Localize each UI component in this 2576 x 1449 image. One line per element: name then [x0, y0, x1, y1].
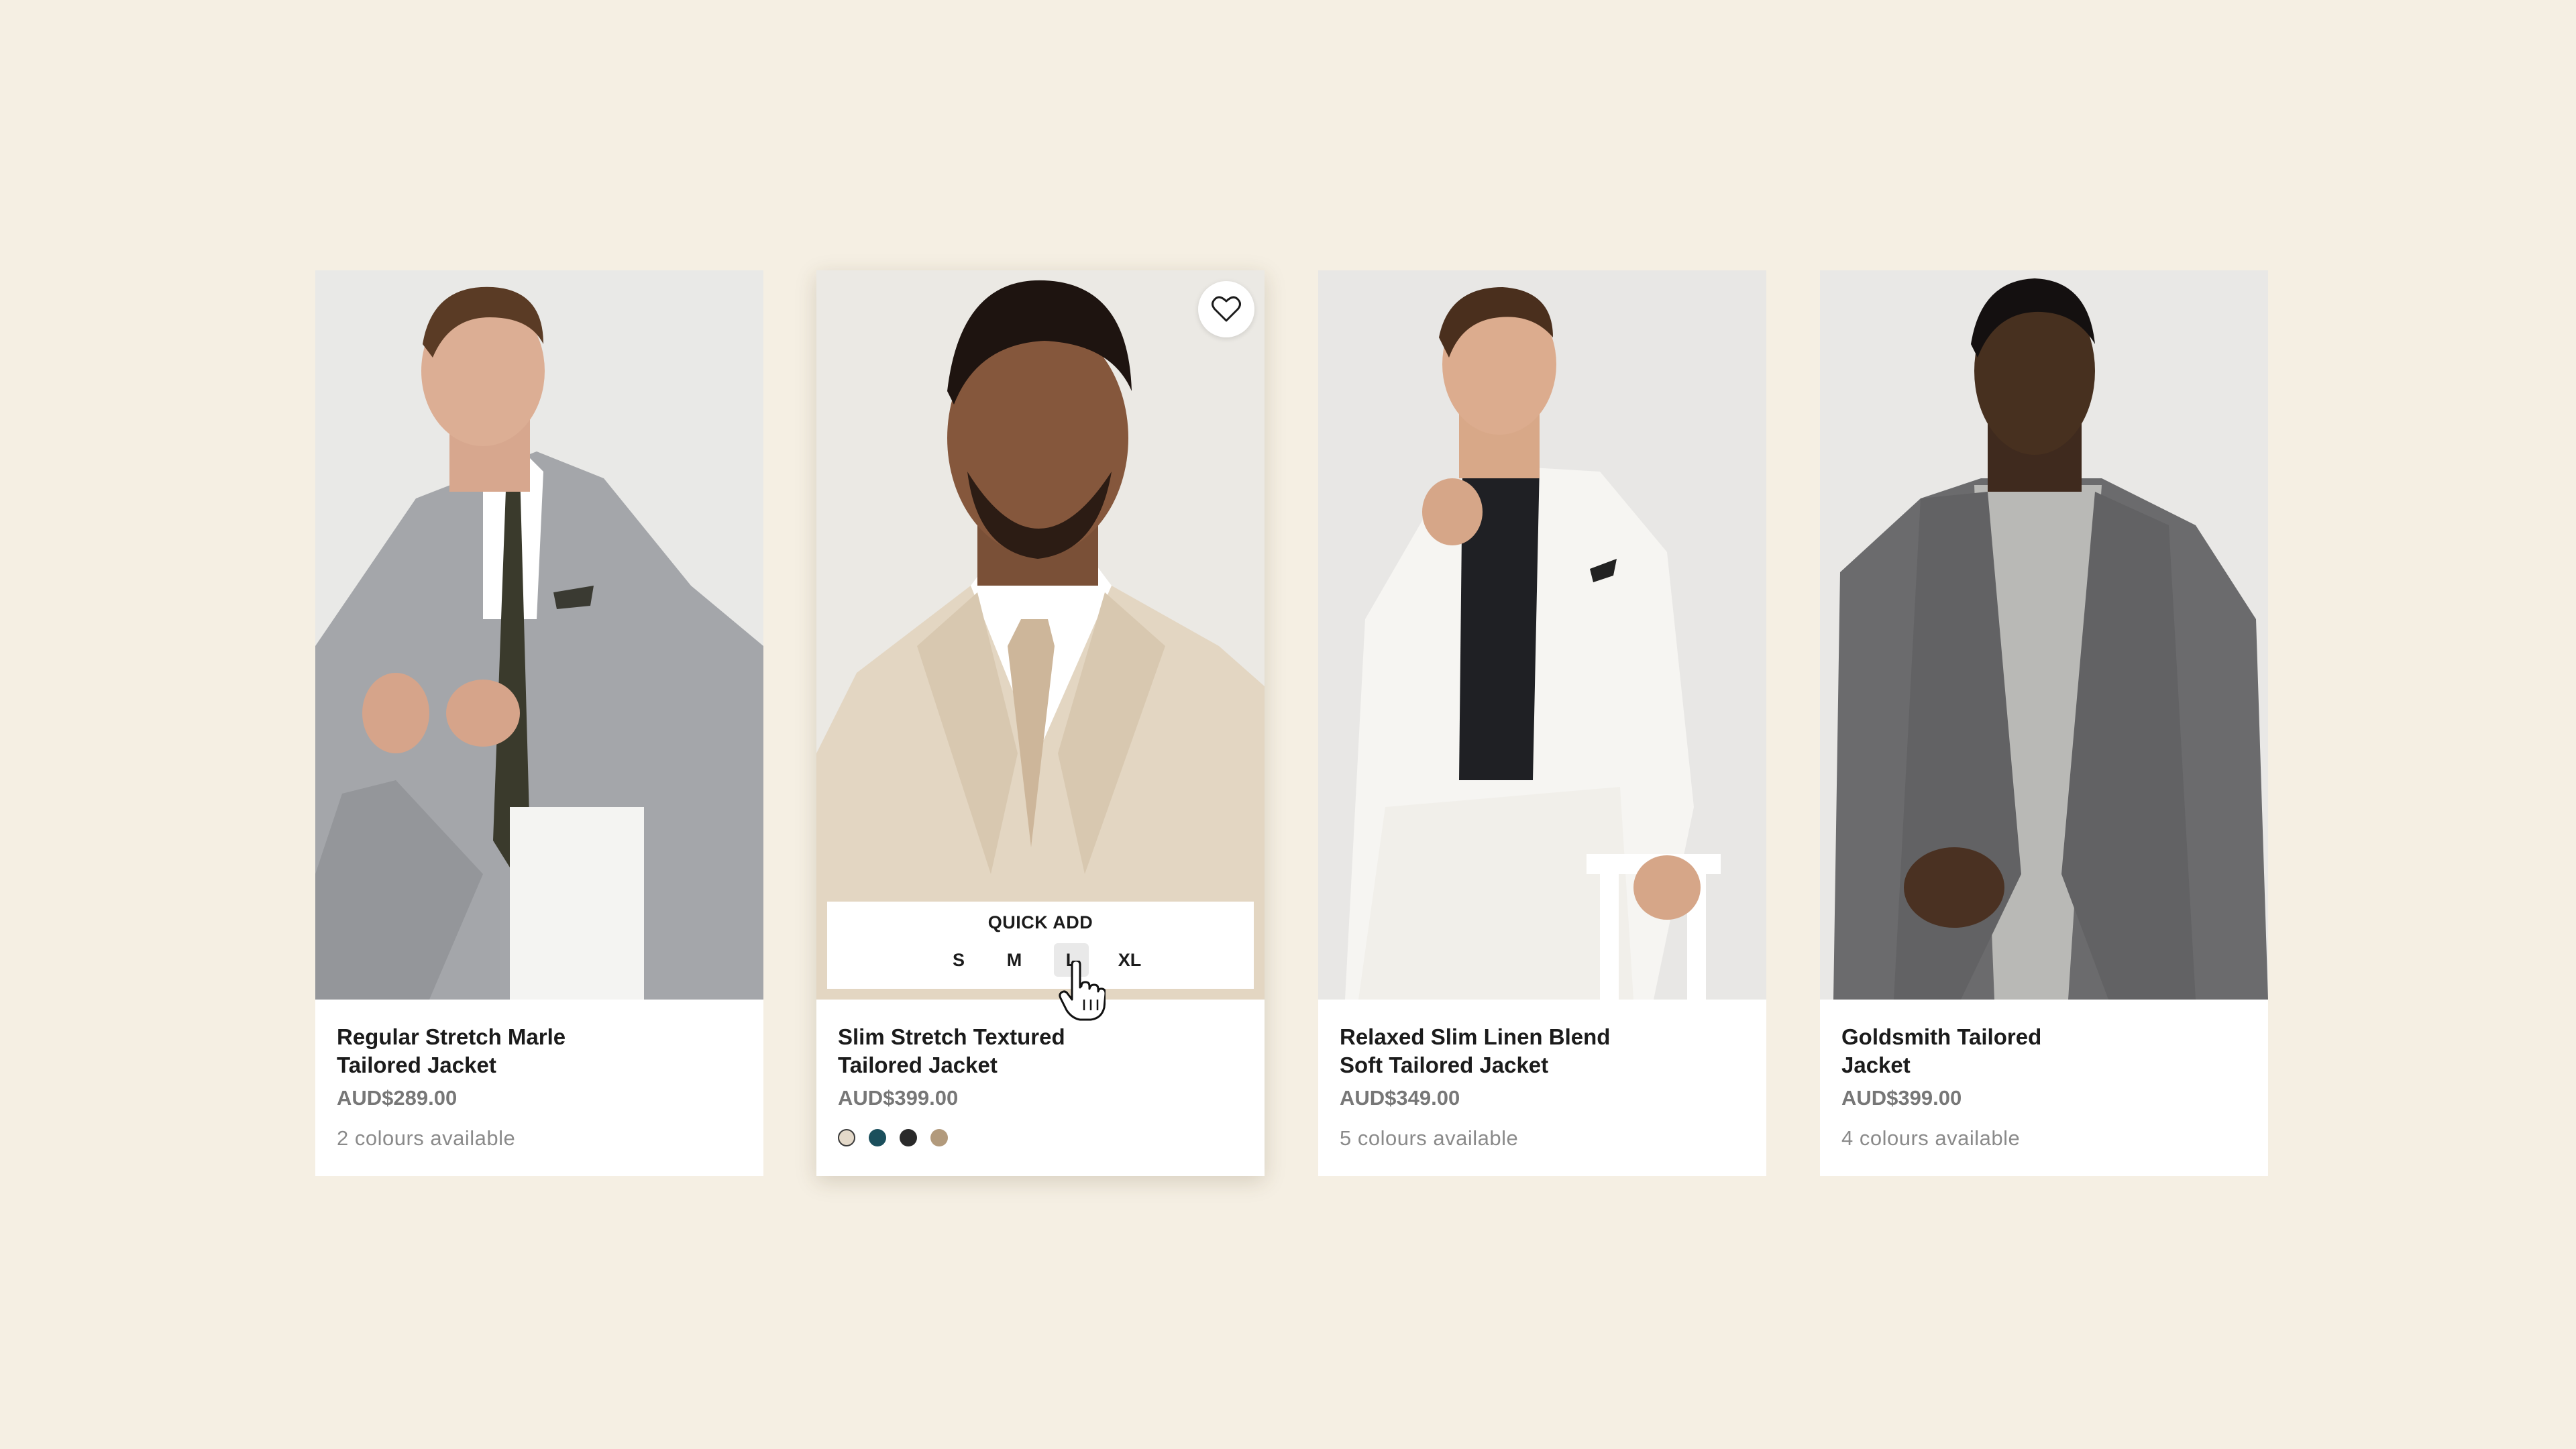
product-photo-white-suit [1318, 270, 1766, 1000]
product-card-hovered[interactable]: QUICK ADD S M L XL Slim Stretch Textured… [816, 270, 1265, 1176]
colours-available: 2 colours available [337, 1126, 516, 1150]
product-grid: Regular Stretch Marle Tailored Jacket AU… [315, 270, 2268, 1176]
product-price: AUD$399.00 [1841, 1086, 1962, 1110]
quick-add-label: QUICK ADD [987, 912, 1093, 932]
size-option-xl[interactable]: XL [1109, 943, 1150, 977]
wishlist-button[interactable] [1198, 281, 1254, 337]
product-card[interactable]: Goldsmith Tailored Jacket AUD$399.00 4 c… [1820, 270, 2268, 1176]
product-info: Relaxed Slim Linen Blend Soft Tailored J… [1318, 1000, 1766, 1176]
colour-swatch[interactable] [869, 1129, 886, 1146]
colour-swatch[interactable] [930, 1129, 948, 1146]
product-price: AUD$349.00 [1340, 1086, 1460, 1110]
product-info: Goldsmith Tailored Jacket AUD$399.00 4 c… [1820, 1000, 2268, 1176]
product-card[interactable]: Regular Stretch Marle Tailored Jacket AU… [315, 270, 763, 1176]
product-photo-grey-suit [315, 270, 763, 1000]
product-name[interactable]: Relaxed Slim Linen Blend Soft Tailored J… [1340, 1023, 1688, 1079]
product-image[interactable] [1820, 270, 2268, 1000]
product-price: AUD$289.00 [337, 1086, 458, 1110]
product-name[interactable]: Slim Stretch Textured Tailored Jacket [838, 1023, 1187, 1079]
colours-available: 5 colours available [1340, 1126, 1519, 1150]
product-image[interactable]: QUICK ADD S M L XL [816, 270, 1265, 1000]
size-option-m[interactable]: M [998, 943, 1030, 977]
colour-swatch[interactable] [838, 1129, 855, 1146]
product-image[interactable] [1318, 270, 1766, 1000]
product-name[interactable]: Regular Stretch Marle Tailored Jacket [337, 1023, 686, 1079]
hand-pointer-icon [1059, 961, 1106, 1021]
product-info: Slim Stretch Textured Tailored Jacket AU… [816, 1000, 1265, 1176]
product-photo-charcoal-suit [1820, 270, 2268, 1000]
colours-available: 4 colours available [1841, 1126, 2021, 1150]
product-info: Regular Stretch Marle Tailored Jacket AU… [315, 1000, 763, 1176]
quick-add-panel: QUICK ADD S M L XL [827, 902, 1254, 989]
heart-icon [1212, 296, 1241, 322]
product-photo-beige-suit [816, 270, 1265, 1000]
size-option-s[interactable]: S [943, 943, 975, 977]
colour-swatch[interactable] [900, 1129, 917, 1146]
product-name[interactable]: Goldsmith Tailored Jacket [1841, 1023, 2190, 1079]
product-price: AUD$399.00 [838, 1086, 959, 1110]
product-image[interactable] [315, 270, 763, 1000]
product-card[interactable]: Relaxed Slim Linen Blend Soft Tailored J… [1318, 270, 1766, 1176]
